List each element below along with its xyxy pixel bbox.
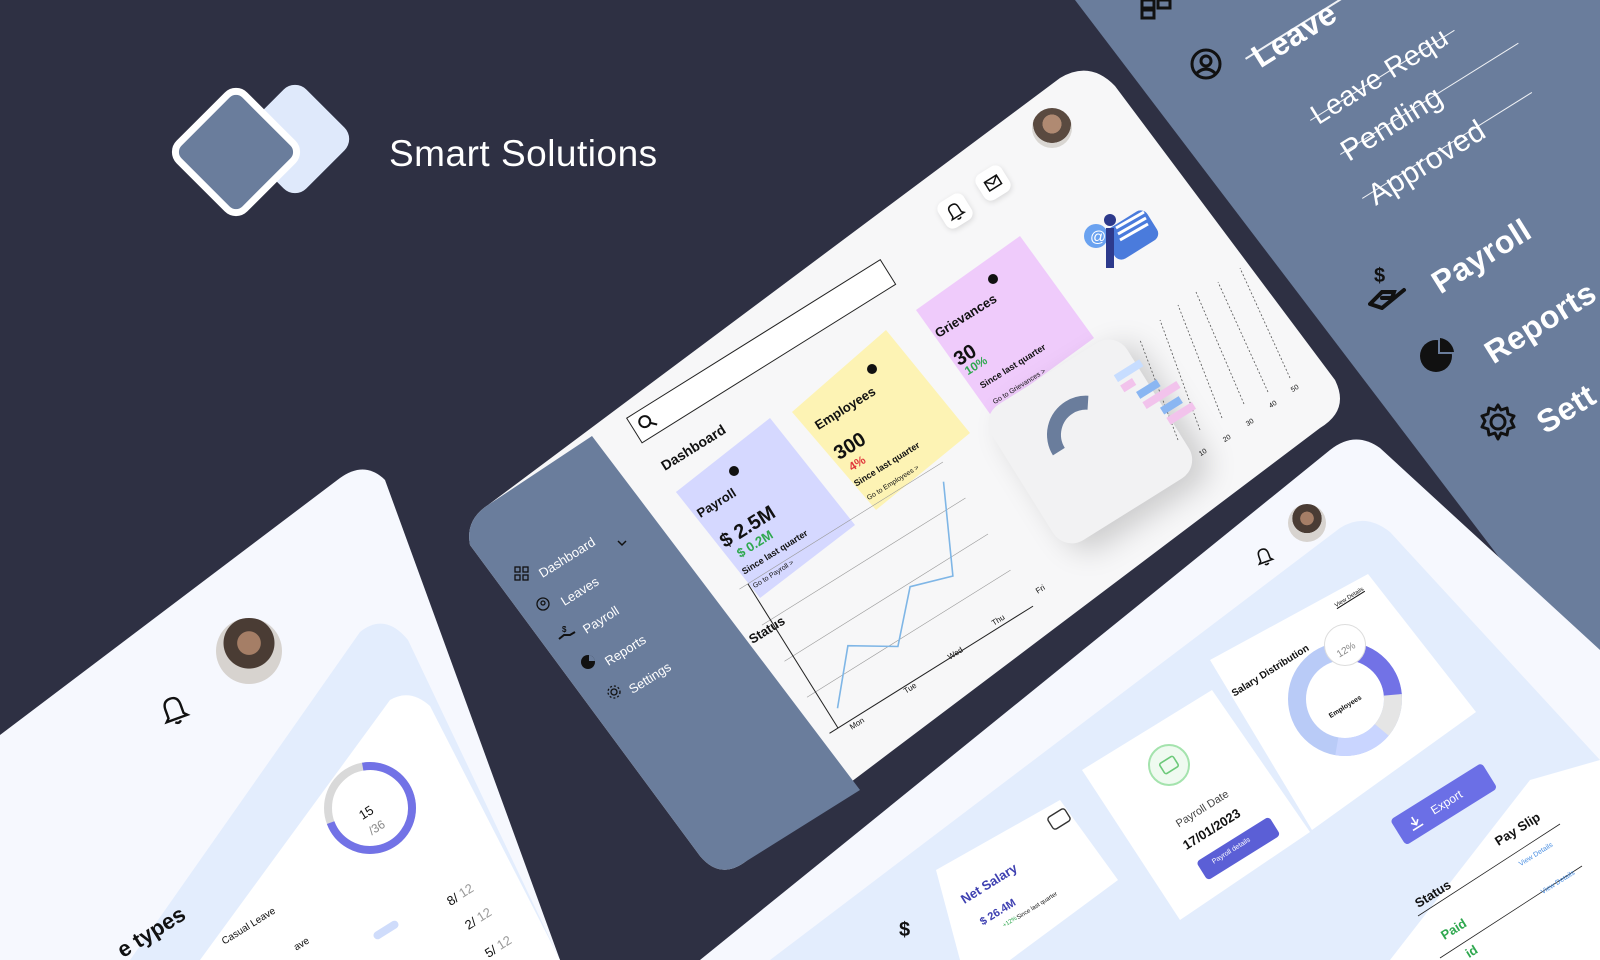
avatar[interactable] <box>1288 504 1326 542</box>
dollar-icon: $ <box>899 919 910 941</box>
payroll-panel-shapes <box>700 439 1600 960</box>
download-icon <box>1410 816 1424 832</box>
wallet-icon <box>1047 808 1071 830</box>
bell-icon[interactable] <box>1252 544 1276 568</box>
svg-text:$: $ <box>899 919 910 941</box>
wallet-icon <box>1148 744 1190 786</box>
donut-badge-value: 12% <box>1335 640 1358 661</box>
donut-badge: 12% <box>1324 624 1366 666</box>
